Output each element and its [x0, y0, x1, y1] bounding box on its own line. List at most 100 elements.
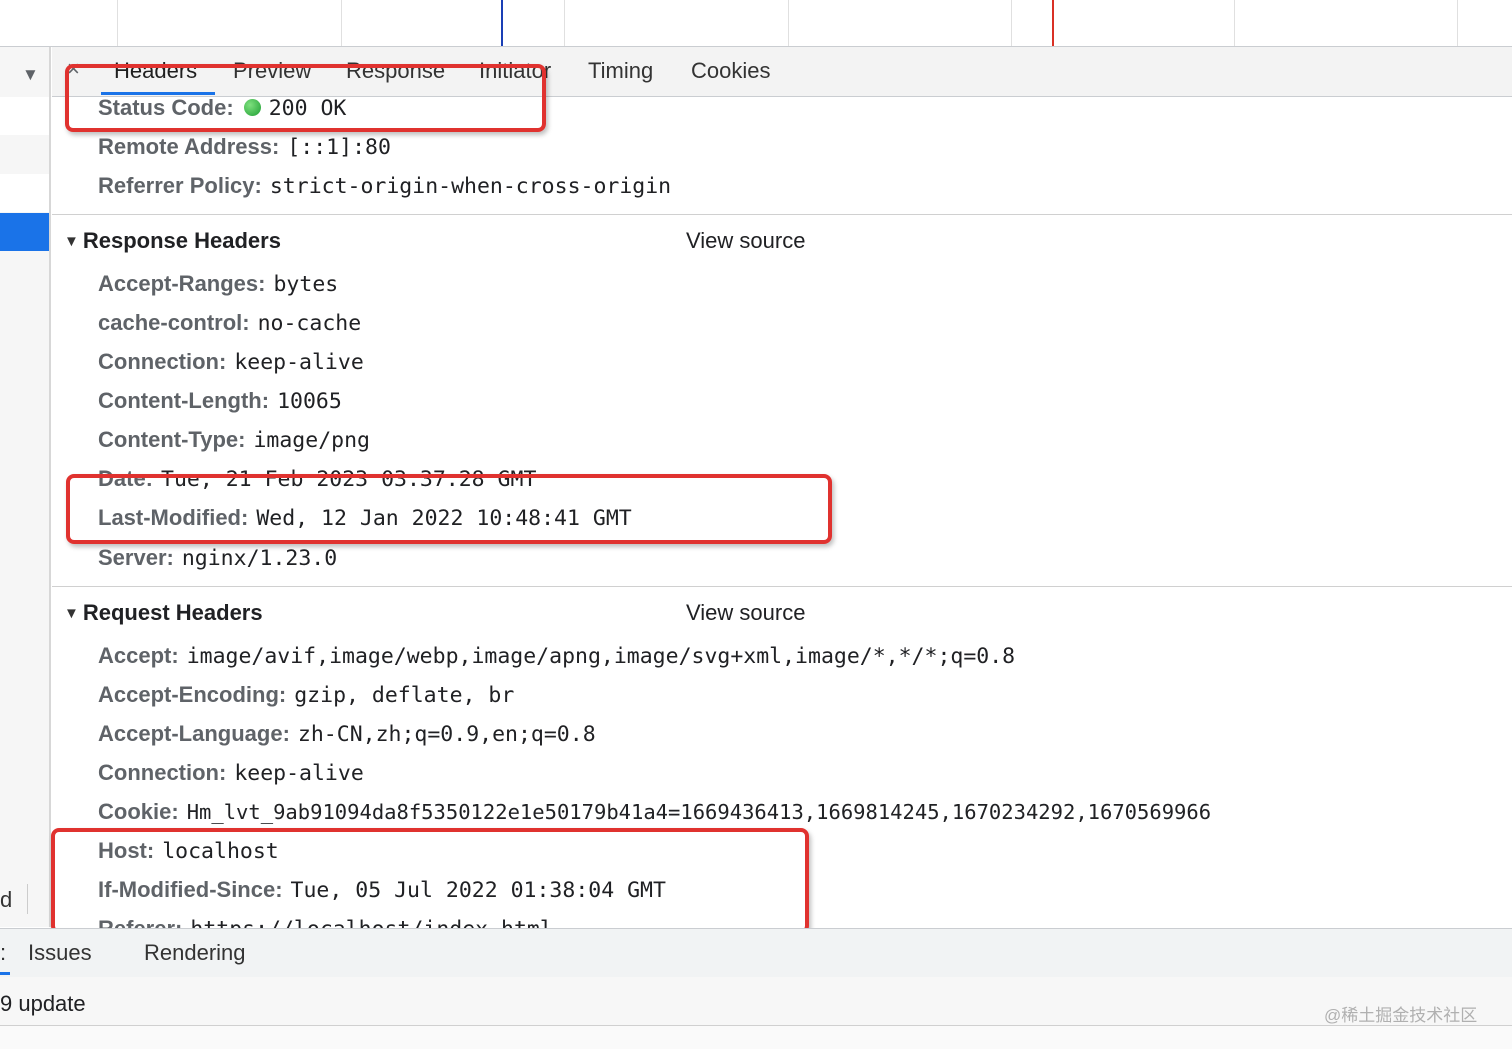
tab-response[interactable]: Response	[346, 58, 445, 84]
header-row: Accept-Language: zh-CN,zh;q=0.9,en;q=0.8	[98, 721, 596, 747]
header-row: Accept-Ranges: bytes	[98, 271, 338, 297]
timeline-gridline	[788, 0, 789, 46]
drawer-menu-icon[interactable]: :	[0, 940, 6, 966]
waterfall-timeline	[0, 0, 1512, 47]
request-row[interactable]	[0, 97, 49, 135]
timeline-gridline	[1234, 0, 1235, 46]
header-value: 200 OK	[268, 96, 347, 121]
request-headers-toggle[interactable]: ▼ Request Headers	[64, 600, 263, 626]
section-title: Request Headers	[82, 600, 263, 625]
header-row: Host: localhost	[98, 838, 279, 864]
header-row: Date: Tue, 21 Feb 2023 03:37:28 GMT	[98, 466, 536, 492]
view-source-link[interactable]: View source	[686, 600, 805, 626]
header-key: If-Modified-Since:	[98, 877, 283, 902]
timeline-gridline	[341, 0, 342, 46]
dom-content-loaded-marker	[501, 0, 503, 46]
header-row: Content-Type: image/png	[98, 427, 370, 453]
request-row[interactable]	[0, 174, 49, 212]
section-divider	[52, 586, 1512, 587]
header-value: Wed, 12 Jan 2022 10:48:41 GMT	[256, 506, 632, 531]
header-value: keep-alive	[234, 350, 364, 375]
timeline-gridline	[564, 0, 565, 46]
request-row[interactable]	[0, 135, 49, 173]
header-value: Tue, 21 Feb 2023 03:37:28 GMT	[161, 467, 537, 492]
tab-preview[interactable]: Preview	[233, 58, 311, 84]
header-value: localhost	[162, 839, 279, 864]
header-row: Connection: keep-alive	[98, 760, 364, 786]
left-footer-text: d	[0, 887, 13, 912]
header-value: 10065	[277, 389, 342, 414]
header-value: Hm_lvt_9ab91094da8f5350122e1e50179b41a4=…	[186, 800, 1212, 824]
header-key: Host:	[98, 838, 155, 863]
header-key: Content-Length:	[98, 388, 270, 413]
header-key: Accept-Encoding:	[98, 682, 287, 707]
remote-address-row: Remote Address: [::1]:80	[98, 134, 391, 160]
header-row: Cookie: Hm_lvt_9ab91094da8f5350122e1e5017…	[98, 799, 1211, 825]
header-value: zh-CN,zh;q=0.9,en;q=0.8	[297, 722, 596, 747]
header-row: Last-Modified: Wed, 12 Jan 2022 10:48:41 …	[98, 505, 632, 531]
header-row: Server: nginx/1.23.0	[98, 545, 337, 571]
header-row: Accept-Encoding: gzip, deflate, br	[98, 682, 514, 708]
referrer-policy-row: Referrer Policy: strict-origin-when-cross…	[98, 173, 671, 199]
header-value: keep-alive	[234, 761, 364, 786]
header-row: Connection: keep-alive	[98, 349, 364, 375]
request-list-panel[interactable]: ▼	[0, 47, 51, 927]
tab-headers[interactable]: Headers	[114, 58, 197, 84]
status-code-row: Status Code: 200 OK	[98, 95, 346, 121]
close-icon[interactable]: ×	[67, 56, 80, 82]
header-key: Content-Type:	[98, 427, 246, 452]
timeline-gridline	[117, 0, 118, 46]
header-value: https://localhost/index.html	[190, 917, 552, 928]
header-row: If-Modified-Since: Tue, 05 Jul 2022 01:38…	[98, 877, 666, 903]
expand-triangle-icon: ▼	[64, 233, 79, 250]
header-row: Content-Length: 10065	[98, 388, 342, 414]
header-value: Tue, 05 Jul 2022 01:38:04 GMT	[290, 878, 666, 903]
drawer-update-text: 9 update	[0, 991, 86, 1016]
tab-initiator[interactable]: Initiator	[479, 58, 551, 84]
header-key: Cookie:	[98, 799, 179, 824]
tab-timing[interactable]: Timing	[588, 58, 653, 84]
drawer-active-tab-indicator	[0, 972, 10, 975]
header-key: Referer:	[98, 916, 182, 928]
header-key: Server:	[98, 545, 174, 570]
header-key: cache-control:	[98, 310, 250, 335]
header-key: Remote Address:	[98, 134, 280, 159]
header-key: Connection:	[98, 349, 227, 374]
header-value: image/avif,image/webp,image/apng,image/s…	[186, 644, 1016, 669]
response-headers-toggle[interactable]: ▼ Response Headers	[64, 228, 281, 254]
header-value: gzip, deflate, br	[294, 683, 515, 708]
header-key: Date:	[98, 466, 154, 491]
expand-triangle-icon: ▼	[64, 605, 79, 622]
section-title: Response Headers	[82, 228, 281, 253]
header-key: Last-Modified:	[98, 505, 249, 530]
dropdown-arrow-icon[interactable]: ▼	[22, 65, 39, 85]
header-value: image/png	[253, 428, 370, 453]
watermark: @稀土掘金技术社区	[1324, 1006, 1478, 1025]
header-key: Accept-Language:	[98, 721, 290, 746]
tab-cookies[interactable]: Cookies	[691, 58, 770, 84]
section-divider	[52, 214, 1512, 215]
timeline-gridline	[1457, 0, 1458, 46]
status-ok-icon	[243, 99, 261, 116]
header-key: Accept:	[98, 643, 179, 668]
header-key: Connection:	[98, 760, 227, 785]
header-row: cache-control: no-cache	[98, 310, 361, 336]
header-value: [::1]:80	[287, 135, 391, 160]
header-value: nginx/1.23.0	[181, 546, 338, 571]
header-key: Referrer Policy:	[98, 173, 262, 198]
header-value: no-cache	[257, 311, 362, 336]
header-row: Accept: image/avif,image/webp,image/apng,…	[98, 643, 1015, 669]
tab-issues[interactable]: Issues	[28, 940, 92, 966]
header-value: bytes	[273, 272, 339, 297]
request-row-selected[interactable]	[0, 213, 49, 251]
timeline-gridline	[1011, 0, 1012, 46]
header-key: Accept-Ranges:	[98, 271, 266, 296]
tab-rendering[interactable]: Rendering	[144, 940, 246, 966]
header-row-partial: Referer: https://localhost/index.html	[98, 916, 553, 928]
header-key: Status Code:	[98, 95, 234, 120]
drawer-content	[0, 977, 1512, 1026]
header-value: strict-origin-when-cross-origin	[269, 174, 672, 199]
view-source-link[interactable]: View source	[686, 228, 805, 254]
left-footer-separator	[27, 884, 28, 914]
bottom-strip	[0, 1026, 1512, 1049]
